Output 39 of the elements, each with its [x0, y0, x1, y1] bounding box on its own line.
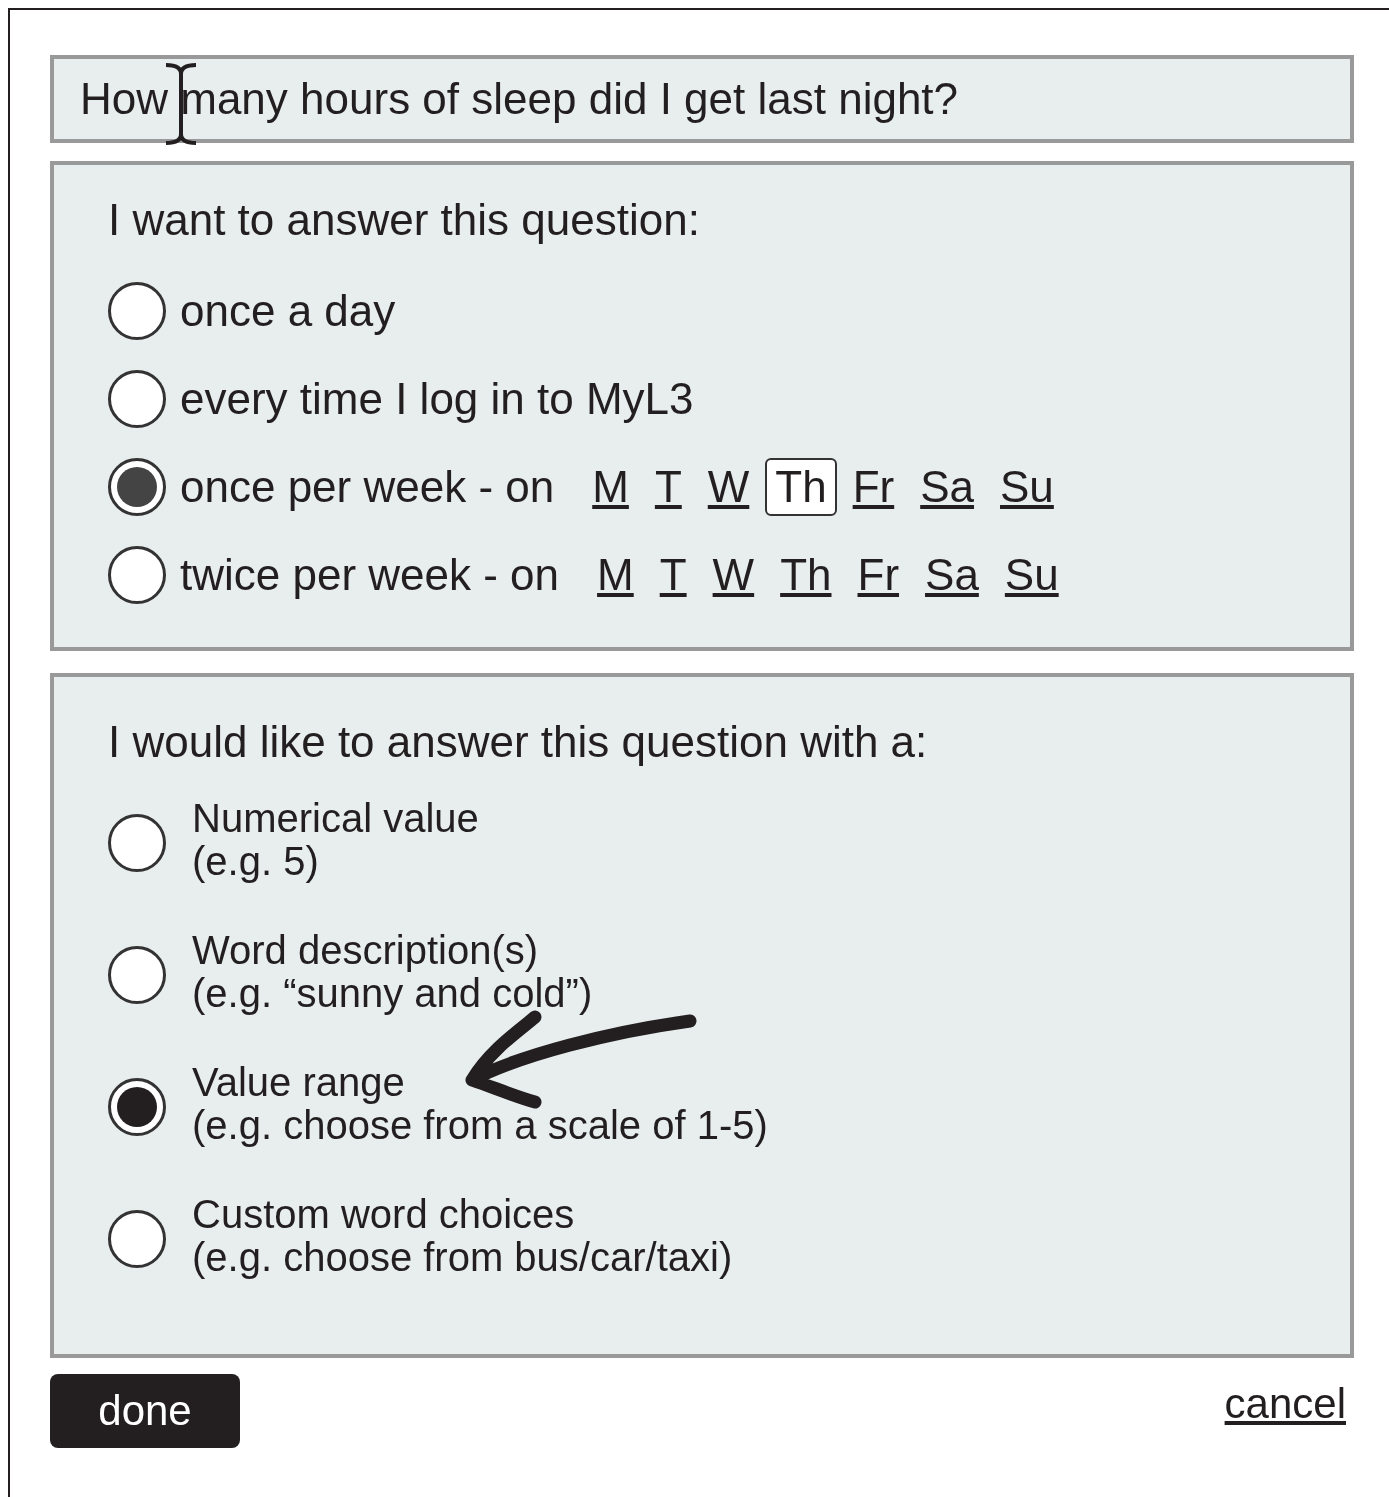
frequency-label: I want to answer this question:: [108, 195, 701, 245]
day-link[interactable]: Sa: [910, 458, 984, 516]
day-link[interactable]: Fr: [842, 458, 905, 516]
radio-button[interactable]: [108, 458, 166, 516]
day-link[interactable]: M: [587, 546, 644, 604]
radio-button[interactable]: [108, 1078, 166, 1136]
answer-type-label: I would like to answer this question with a:: [108, 717, 929, 767]
question-field[interactable]: How many hours of sleep did I get last night?: [50, 55, 1354, 143]
done-button[interactable]: done: [50, 1374, 240, 1448]
radio-button[interactable]: [108, 282, 166, 340]
day-link[interactable]: Sa: [915, 546, 989, 604]
day-link[interactable]: Su: [994, 546, 1069, 604]
radio-button[interactable]: [108, 546, 166, 604]
option-example: (e.g. “sunny and cold”): [192, 972, 593, 1015]
option-label[interactable]: once a day: [180, 286, 396, 336]
option-label[interactable]: Numerical value: [192, 797, 479, 840]
option-example: (e.g. choose from bus/car/taxi): [192, 1236, 733, 1279]
day-link[interactable]: T: [644, 458, 692, 516]
day-link[interactable]: Su: [990, 458, 1064, 516]
day-link[interactable]: Th: [765, 458, 837, 516]
option-example: (e.g. choose from a scale of 1-5): [192, 1104, 768, 1147]
option-label[interactable]: once per week - on: [180, 462, 555, 512]
option-example: (e.g. 5): [192, 840, 320, 883]
option-label[interactable]: twice per week - on: [180, 550, 560, 600]
option-label[interactable]: every time I log in to MyL3: [180, 374, 694, 424]
option-label[interactable]: Value range: [192, 1061, 768, 1104]
day-link[interactable]: T: [649, 546, 697, 604]
day-link[interactable]: W: [702, 546, 765, 604]
day-link[interactable]: W: [697, 458, 760, 516]
option-label[interactable]: Custom word choices: [192, 1193, 733, 1236]
cancel-link[interactable]: cancel: [1224, 1380, 1346, 1428]
radio-button[interactable]: [108, 370, 166, 428]
day-link[interactable]: M: [582, 458, 639, 516]
day-link[interactable]: Fr: [847, 546, 910, 604]
radio-button[interactable]: [108, 1210, 166, 1268]
day-link[interactable]: Th: [770, 546, 842, 604]
radio-button[interactable]: [108, 946, 166, 1004]
radio-button[interactable]: [108, 814, 166, 872]
option-label[interactable]: Word description(s): [192, 929, 593, 972]
